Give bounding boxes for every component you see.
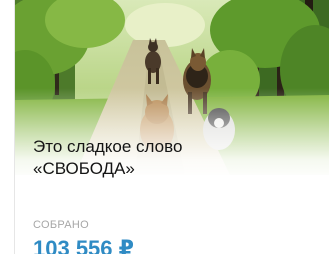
campaign-title-line2: «СВОБОДА» xyxy=(33,159,135,178)
raised-amount: 103 556 ₽ xyxy=(33,236,134,254)
campaign-card[interactable]: Это сладкое слово «СВОБОДА» СОБРАНО 103 … xyxy=(14,0,329,254)
campaign-title[interactable]: Это сладкое слово «СВОБОДА» xyxy=(33,136,313,180)
raised-label: СОБРАНО xyxy=(33,219,90,231)
campaign-title-line1: Это сладкое слово xyxy=(33,137,183,156)
